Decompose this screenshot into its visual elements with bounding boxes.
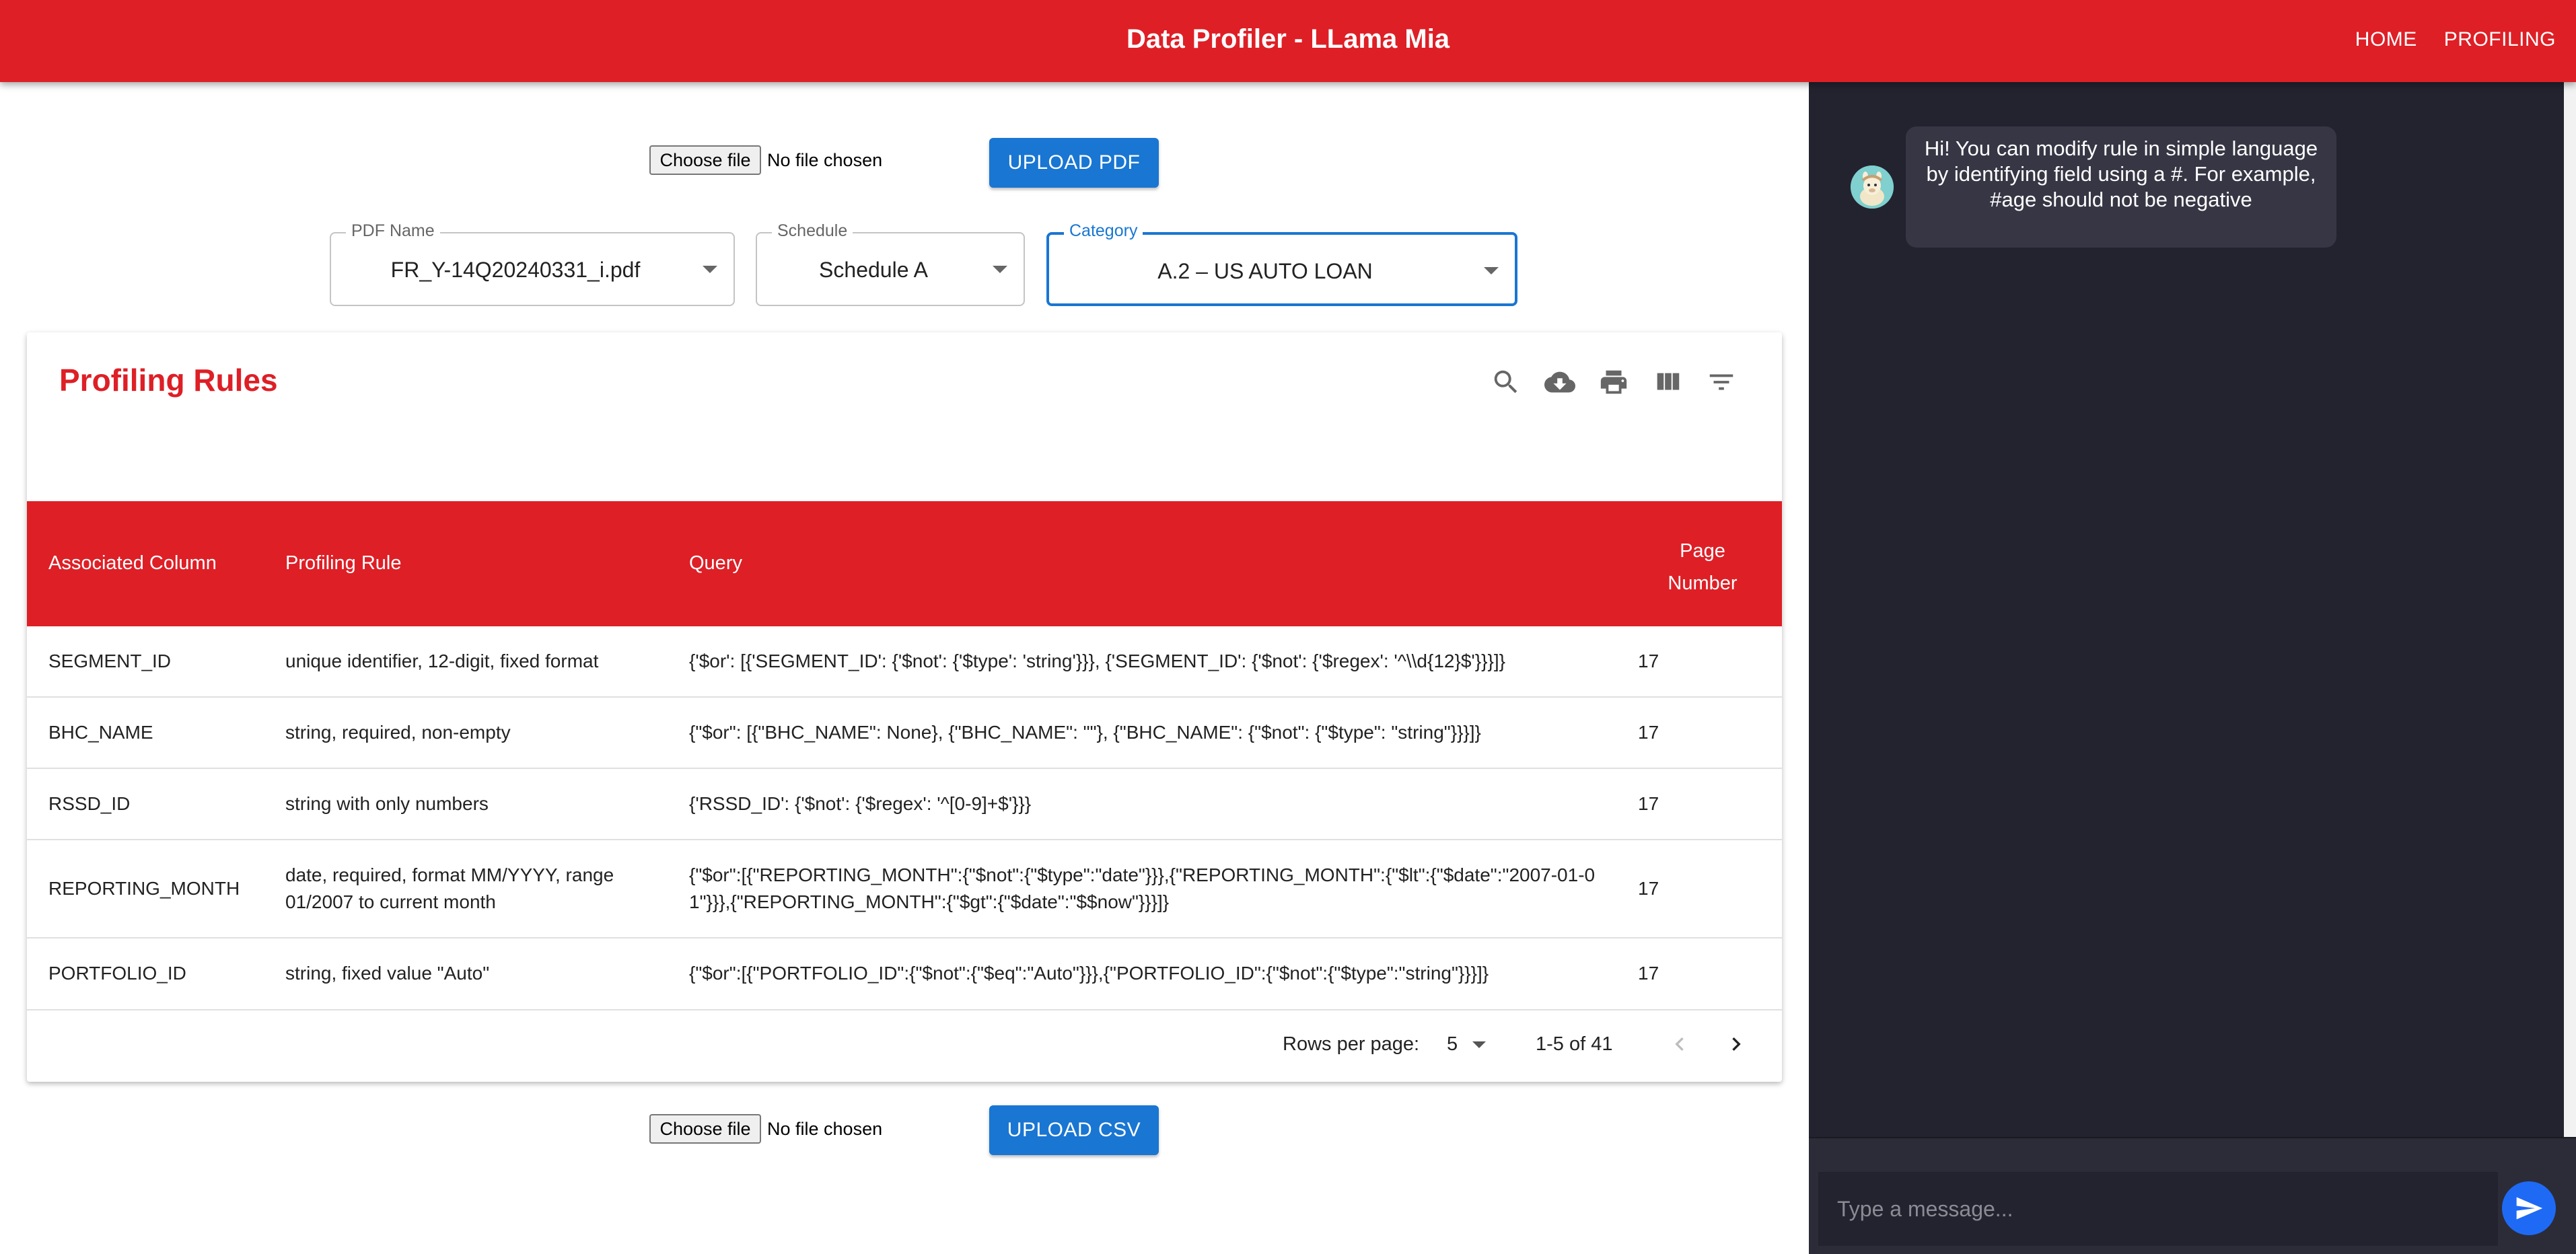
cell-associated-column: PORTFOLIO_ID xyxy=(48,963,186,984)
cell-associated-column: RSSD_ID xyxy=(48,793,131,814)
schedule-value: Schedule A xyxy=(819,258,928,282)
chat-message-input[interactable] xyxy=(1818,1172,2498,1246)
table-row: SEGMENT_ID unique identifier, 12-digit, … xyxy=(27,626,1782,698)
columns-icon[interactable] xyxy=(1649,363,1686,401)
cell-page-number: 17 xyxy=(1638,963,1659,984)
rows-per-page-select[interactable]: 5 xyxy=(1447,1033,1487,1056)
nav-profiling-link[interactable]: PROFILING xyxy=(2444,28,2556,51)
table-row: RSSD_ID string with only numbers {'RSSD_… xyxy=(27,769,1782,840)
pdf-name-select[interactable]: PDF Name FR_Y-14Q20240331_i.pdf xyxy=(330,221,735,306)
schedule-label: Schedule xyxy=(772,221,853,241)
category-select[interactable]: Category A.2 – US AUTO LOAN xyxy=(1046,221,1517,306)
cell-profiling-rule: unique identifier, 12-digit, fixed forma… xyxy=(285,651,599,671)
rows-per-page-label: Rows per page: xyxy=(1283,1033,1420,1055)
app-title: Data Profiler - LLama Mia xyxy=(1126,24,1450,54)
cell-page-number: 17 xyxy=(1638,878,1659,899)
table-row: PORTFOLIO_ID string, fixed value "Auto" … xyxy=(27,938,1782,1010)
header-associated-column[interactable]: Associated Column xyxy=(48,552,217,575)
upload-pdf-button[interactable]: UPLOAD PDF xyxy=(989,138,1159,188)
table-pagination: Rows per page: 5 1-5 of 41 xyxy=(27,1010,1782,1082)
csv-upload-row: Choose file No file chosen UPLOAD CSV xyxy=(0,1105,1809,1165)
chat-message: Hi! You can modify rule in simple langua… xyxy=(1906,126,2336,248)
cell-associated-column: BHC_NAME xyxy=(48,722,153,743)
caret-down-icon xyxy=(993,266,1007,273)
csv-file-status: No file chosen xyxy=(767,1119,883,1139)
pdf-name-label: PDF Name xyxy=(346,221,440,241)
cell-profiling-rule: date, required, format MM/YYYY, range 01… xyxy=(285,864,614,912)
send-icon xyxy=(2516,1197,2543,1220)
profiling-rules-table: Profiling Rules Associated Column Profil… xyxy=(27,332,1782,1082)
table-header: Associated Column Profiling Rule Query P… xyxy=(27,501,1782,626)
upload-csv-button[interactable]: UPLOAD CSV xyxy=(989,1105,1159,1155)
chat-input-bar xyxy=(1809,1137,2576,1254)
category-value: A.2 – US AUTO LOAN xyxy=(1157,259,1373,283)
cell-query: {'$or': [{'SEGMENT_ID': {'$not': {'$type… xyxy=(689,651,1505,671)
chevron-left-icon[interactable] xyxy=(1666,1031,1693,1058)
app-bar: Data Profiler - LLama Mia HOME PROFILING xyxy=(0,0,2576,82)
pdf-file-status: No file chosen xyxy=(767,150,883,170)
chevron-right-icon[interactable] xyxy=(1723,1031,1750,1058)
pagination-range: 1-5 of 41 xyxy=(1536,1033,1613,1055)
cell-associated-column: SEGMENT_ID xyxy=(48,651,172,671)
chat-panel: Hi! You can modify rule in simple langua… xyxy=(1809,82,2576,1254)
nav-menu: HOME PROFILING xyxy=(2355,28,2556,51)
cell-profiling-rule: string, fixed value "Auto" xyxy=(285,963,490,984)
caret-down-icon xyxy=(1484,267,1499,274)
pdf-name-value: FR_Y-14Q20240331_i.pdf xyxy=(390,258,641,282)
category-label: Category xyxy=(1064,221,1143,241)
download-icon[interactable] xyxy=(1541,363,1579,401)
table-row: REPORTING_MONTH date, required, format M… xyxy=(27,840,1782,938)
cell-page-number: 17 xyxy=(1638,651,1659,671)
cell-associated-column: REPORTING_MONTH xyxy=(48,878,240,899)
header-page-number[interactable]: Page Number xyxy=(1655,535,1750,599)
rows-per-page-value: 5 xyxy=(1447,1033,1458,1055)
header-profiling-rule[interactable]: Profiling Rule xyxy=(285,552,401,575)
choose-csv-file-button[interactable]: Choose file xyxy=(649,1114,761,1144)
table-row: BHC_NAME string, required, non-empty {"$… xyxy=(27,698,1782,769)
table-title: Profiling Rules xyxy=(59,363,278,398)
cell-query: {"$or":[{"PORTFOLIO_ID":{"$not":{"$eq":"… xyxy=(689,963,1489,984)
cell-page-number: 17 xyxy=(1638,722,1659,743)
nav-home-link[interactable]: HOME xyxy=(2355,28,2417,51)
caret-down-icon xyxy=(703,266,717,273)
cell-query: {'RSSD_ID': {'$not': {'$regex': '^[0-9]+… xyxy=(689,793,1032,814)
header-query[interactable]: Query xyxy=(689,552,742,575)
chat-scrollbar[interactable] xyxy=(2564,82,2576,1137)
cell-query: {"$or": [{"BHC_NAME": None}, {"BHC_NAME"… xyxy=(689,722,1481,743)
choose-pdf-file-button[interactable]: Choose file xyxy=(649,145,761,175)
cell-page-number: 17 xyxy=(1638,793,1659,814)
print-icon[interactable] xyxy=(1595,363,1633,401)
cell-query: {"$or":[{"REPORTING_MONTH":{"$not":{"$ty… xyxy=(689,864,1596,912)
schedule-select[interactable]: Schedule Schedule A xyxy=(756,221,1025,306)
cell-profiling-rule: string with only numbers xyxy=(285,793,489,814)
filter-icon[interactable] xyxy=(1703,363,1740,401)
cell-profiling-rule: string, required, non-empty xyxy=(285,722,511,743)
pdf-upload-row: Choose file No file chosen UPLOAD PDF xyxy=(0,138,1809,195)
search-icon[interactable] xyxy=(1487,363,1525,401)
caret-down-icon xyxy=(1472,1041,1487,1049)
llama-avatar xyxy=(1851,165,1894,209)
main-panel: Choose file No file chosen UPLOAD PDF PD… xyxy=(0,82,1809,1254)
send-button[interactable] xyxy=(2502,1181,2556,1235)
